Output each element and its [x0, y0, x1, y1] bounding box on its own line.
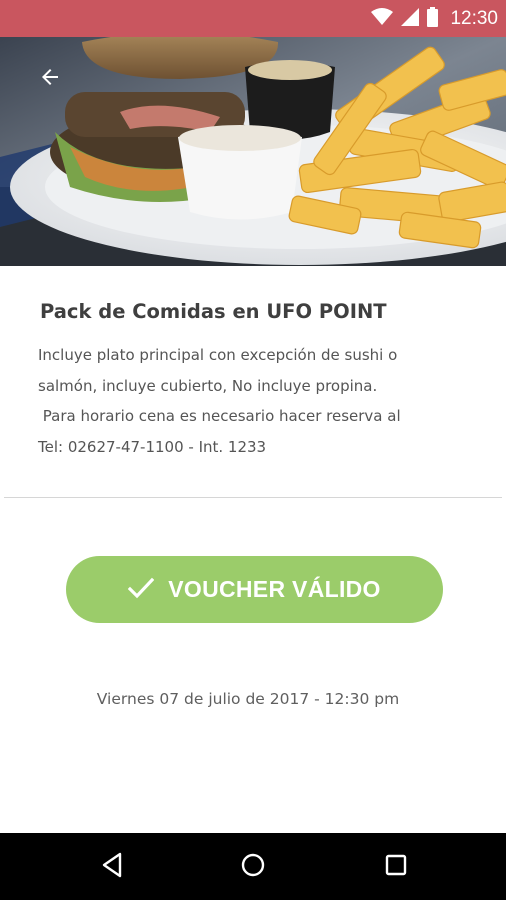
voucher-valid-button[interactable]: VOUCHER VÁLIDO [66, 556, 443, 623]
navigation-bar [0, 833, 506, 900]
nav-home-button[interactable] [237, 851, 269, 883]
arrow-left-icon [38, 65, 62, 89]
back-button[interactable] [30, 57, 70, 97]
offer-title: Pack de Comidas en UFO POINT [40, 300, 387, 323]
recents-square-icon [384, 853, 408, 881]
description-line: Incluye plato principal con excepción de… [38, 346, 398, 364]
description-line: Tel: 02627-47-1100 - Int. 1233 [38, 437, 267, 456]
description-line: salmón, incluye cubierto, No incluye pro… [38, 376, 378, 395]
wifi-icon [371, 7, 394, 30]
voucher-label: VOUCHER VÁLIDO [168, 576, 381, 602]
home-circle-icon [240, 852, 266, 882]
nav-recents-button[interactable] [380, 851, 412, 883]
battery-icon [427, 6, 439, 31]
status-time: 12:30 [450, 7, 498, 29]
nav-back-button[interactable] [96, 851, 128, 883]
status-icons: 12:30 [371, 0, 498, 37]
back-triangle-icon [100, 852, 124, 882]
header-image [0, 37, 506, 266]
voucher-date: Viernes 07 de julio de 2017 - 12:30 pm [96, 690, 400, 708]
burger-and-fries-photo [0, 37, 506, 266]
signal-icon [401, 7, 420, 30]
status-bar: 12:30 [0, 0, 506, 37]
description-line: Para horario cena es necesario hacer res… [38, 407, 401, 425]
divider [4, 497, 502, 498]
checkmark-icon [127, 577, 155, 603]
offer-description: Incluye plato principal con excepción de… [38, 340, 478, 462]
